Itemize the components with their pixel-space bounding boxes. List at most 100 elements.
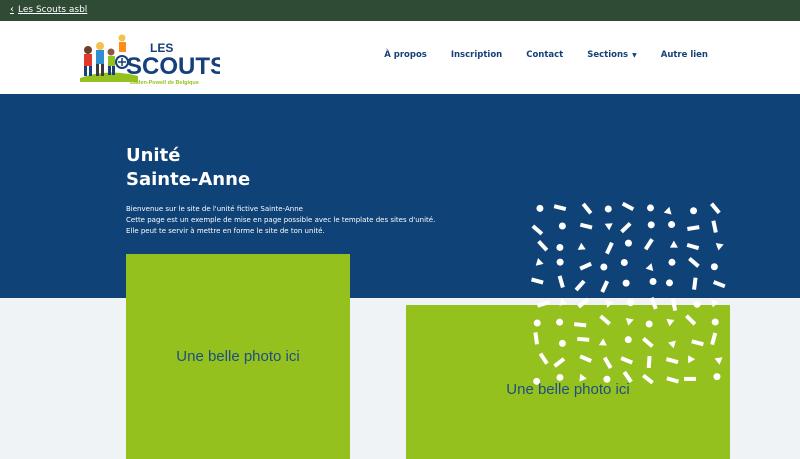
confetti-shape	[713, 373, 721, 381]
confetti-shape	[710, 263, 718, 271]
confetti-shape	[665, 279, 673, 287]
confetti-shape	[531, 224, 544, 236]
confetti-shape	[556, 318, 564, 326]
scout-figures-icon	[84, 34, 129, 76]
confetti-shape	[556, 258, 564, 266]
confetti-shape	[649, 297, 658, 310]
confetti-shape	[604, 205, 612, 213]
confetti-shape	[558, 222, 566, 230]
confetti-shape	[668, 221, 676, 229]
confetti-shape	[553, 357, 566, 368]
hero-intro-text: Bienvenue sur le site de l'unité fictive…	[126, 205, 436, 235]
confetti-shape	[579, 373, 587, 382]
confetti-shape	[600, 280, 610, 293]
confetti-shape	[599, 314, 611, 326]
main-nav: À propos Inscription Contact Sections ▼ …	[384, 50, 708, 60]
confetti-shape	[577, 336, 590, 342]
confetti-shape	[688, 256, 700, 268]
confetti-shape	[535, 258, 544, 266]
confetti-shape	[625, 318, 634, 326]
confetti-shape	[538, 352, 549, 365]
nav-item-sections[interactable]: Sections ▼	[587, 50, 636, 60]
confetti-shape	[642, 336, 654, 348]
confetti-shape	[533, 332, 540, 345]
confetti-shape	[604, 223, 613, 231]
back-link[interactable]: ‹ Les Scouts asbl	[10, 4, 87, 15]
confetti-shape	[620, 356, 633, 365]
back-link-label: Les Scouts asbl	[18, 4, 88, 15]
confetti-shape	[711, 220, 718, 233]
confetti-shape	[622, 279, 630, 287]
confetti-shape	[670, 298, 678, 311]
confetti-shape	[643, 238, 654, 251]
confetti-shape	[556, 243, 564, 251]
confetti-shape	[645, 320, 653, 328]
caret-down-icon: ▼	[632, 51, 637, 59]
confetti-shape	[645, 263, 654, 272]
confetti-shape	[666, 376, 680, 384]
confetti-shape	[669, 240, 678, 248]
confetti-shape	[579, 222, 593, 230]
confetti-shape	[533, 319, 541, 327]
confetti-shape	[711, 318, 719, 326]
confetti-shape	[684, 376, 697, 381]
confetti-shape	[600, 263, 608, 271]
confetti-shape	[647, 221, 655, 229]
confetti-shape	[646, 204, 654, 212]
confetti-shape	[579, 261, 592, 271]
top-bar: ‹ Les Scouts asbl	[0, 0, 800, 21]
confetti-shape	[603, 375, 611, 383]
confetti-shape	[710, 332, 718, 346]
scouts-logo[interactable]: LES SCOUTS Baden-Powell de Belgique	[78, 32, 220, 86]
confetti-shape	[602, 356, 613, 369]
confetti-shape	[579, 354, 592, 363]
confetti-shape	[624, 336, 632, 344]
photo-placeholder-label: Une belle photo ici	[176, 348, 300, 365]
confetti-shape	[714, 357, 723, 365]
confetti-shape	[691, 339, 704, 347]
confetti-shape	[620, 222, 632, 234]
confetti-shape	[598, 338, 607, 346]
confetti-shape	[531, 277, 544, 285]
confetti-shape	[581, 202, 593, 215]
svg-text:SCOUTS: SCOUTS	[126, 53, 220, 80]
confetti-shape	[627, 299, 635, 307]
confetti-shape	[687, 225, 700, 231]
confetti-shape	[685, 314, 697, 326]
confetti-shape	[712, 280, 726, 289]
confetti-shape	[621, 201, 635, 211]
confetti-shape	[646, 355, 652, 369]
confetti-shape	[620, 258, 628, 266]
confetti-shape	[574, 279, 586, 292]
nav-item-contact[interactable]: Contact	[526, 50, 563, 60]
confetti-shape	[666, 318, 675, 327]
nav-item-autre-lien[interactable]: Autre lien	[661, 50, 708, 60]
confetti-shape	[624, 239, 632, 247]
confetti-shape	[663, 206, 672, 215]
confetti-shape	[690, 207, 698, 215]
confetti-shape	[536, 300, 550, 308]
svg-text:Baden-Powell de Belgique: Baden-Powell de Belgique	[130, 80, 199, 86]
confetti-shape	[577, 297, 590, 309]
nav-item-a-propos[interactable]: À propos	[384, 50, 427, 60]
confetti-shape	[688, 355, 696, 364]
confetti-shape	[605, 241, 614, 255]
confetti-shape	[536, 204, 544, 212]
confetti-shape	[533, 377, 541, 385]
confetti-shape	[557, 275, 565, 288]
confetti-shape	[711, 299, 719, 308]
photo-placeholder-1: Une belle photo ici	[126, 254, 350, 459]
chevron-left-icon: ‹	[10, 4, 14, 15]
confetti-shape	[622, 370, 633, 384]
page-title: Unité Sainte-Anne	[126, 145, 251, 190]
confetti-shape	[715, 243, 724, 251]
confetti-shape	[577, 242, 586, 250]
confetti-shape	[573, 322, 587, 328]
confetti-shape	[605, 300, 614, 308]
confetti-shape	[558, 339, 566, 347]
nav-item-inscription[interactable]: Inscription	[451, 50, 502, 60]
confetti-shape	[693, 300, 701, 308]
confetti-shape	[641, 373, 654, 385]
confetti-shape	[553, 204, 567, 212]
site-header: LES SCOUTS Baden-Powell de Belgique À pr…	[0, 21, 800, 94]
